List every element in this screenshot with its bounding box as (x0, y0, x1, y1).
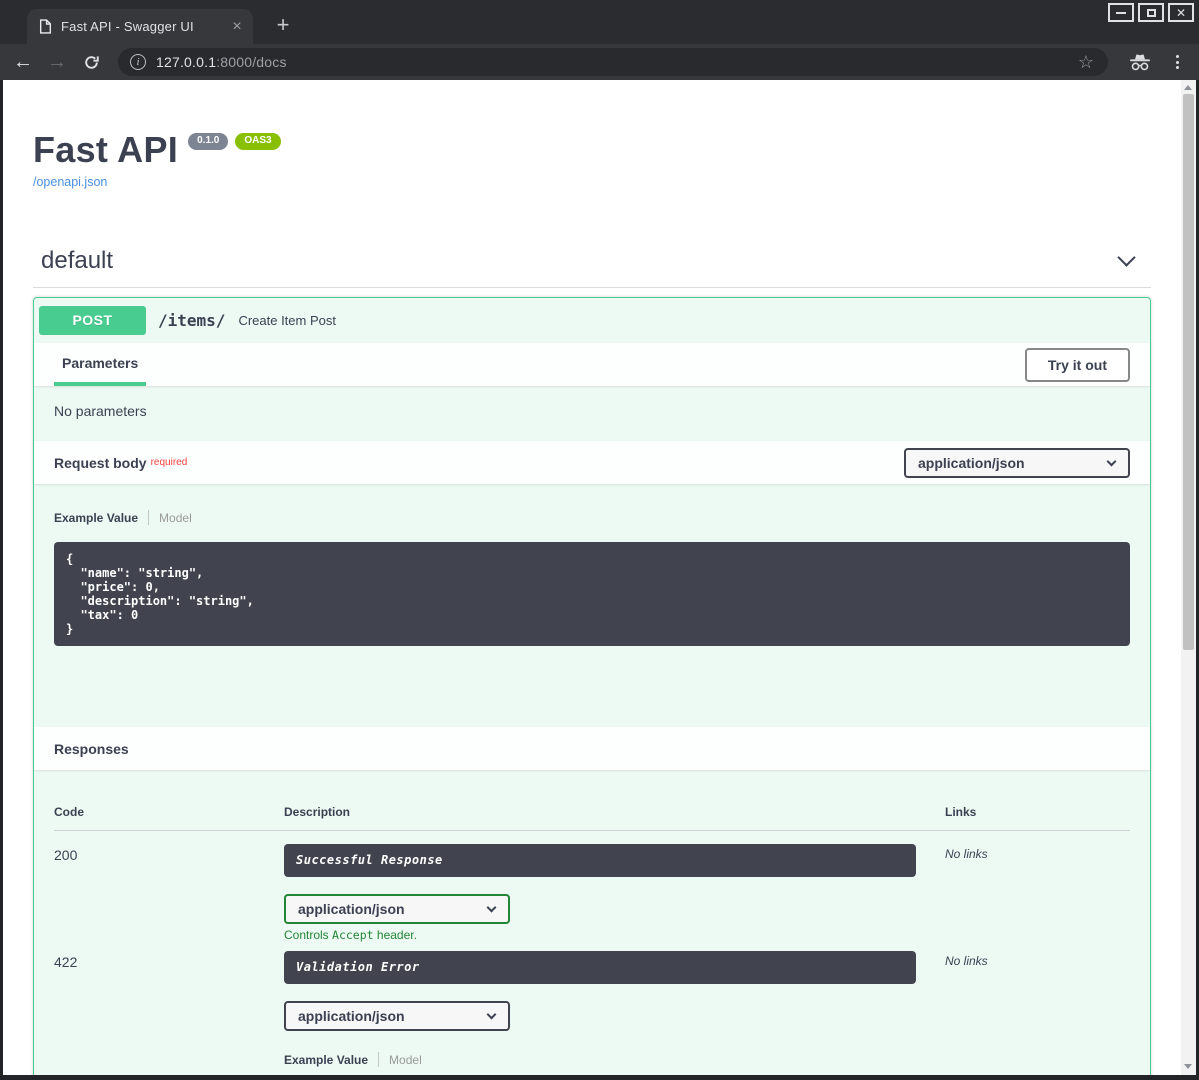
scrollbar-up-icon[interactable] (1184, 85, 1192, 90)
response-row-422: 422 Validation Error No links (54, 942, 1130, 984)
reload-icon (83, 54, 100, 71)
minimize-icon (1116, 12, 1126, 14)
parameters-header: Parameters Try it out (34, 343, 1150, 386)
tab-parameters: Parameters (54, 343, 146, 386)
tab-example-value[interactable]: Example Value (284, 1053, 378, 1067)
responses-table-header: Code Description Links (54, 770, 1130, 831)
response-code: 200 (54, 844, 284, 877)
site-info-icon[interactable]: i (130, 54, 146, 70)
method-badge: POST (39, 306, 146, 335)
opblock-post-items: POST /items/ Create Item Post Parameters… (33, 297, 1151, 1075)
bookmark-star-icon[interactable]: ☆ (1072, 52, 1100, 73)
response-links: No links (945, 951, 1130, 984)
browser-menu-icon[interactable] (1164, 55, 1191, 69)
page-viewport: Fast API 0.1.0 OAS3 /openapi.json defaul… (3, 80, 1196, 1075)
oas-badge: OAS3 (235, 133, 280, 150)
response-row-200: 200 Successful Response No links (54, 831, 1130, 877)
incognito-icon (1120, 54, 1160, 71)
address-bar[interactable]: i 127.0.0.1:8000/docs ☆ (118, 48, 1108, 76)
required-label: required (151, 457, 188, 468)
request-body-title: Request bodyrequired (54, 441, 187, 484)
example-model-tabs: Example Value Model (54, 510, 1130, 525)
version-badge: 0.1.0 (188, 133, 228, 150)
tab-example-value[interactable]: Example Value (54, 511, 148, 525)
page-title: Fast API (33, 130, 178, 170)
accept-header-note: Controls Accept header. (284, 928, 1130, 942)
tab-title: Fast API - Swagger UI (61, 19, 218, 34)
tag-section-default[interactable]: default (33, 247, 1151, 288)
scrollbar-thumb[interactable] (1183, 94, 1194, 650)
tab-model[interactable]: Model (149, 511, 192, 525)
response-description: Validation Error (284, 951, 916, 984)
endpoint-summary: Create Item Post (235, 313, 336, 328)
response-code: 422 (54, 951, 284, 984)
request-media-type-select[interactable]: application/json (904, 448, 1130, 478)
browser-titlebar: Fast API - Swagger UI × + ✕ (0, 0, 1199, 44)
swagger-ui: Fast API 0.1.0 OAS3 /openapi.json defaul… (3, 80, 1181, 1075)
chevron-down-icon (487, 1010, 497, 1020)
openapi-spec-link[interactable]: /openapi.json (33, 175, 107, 189)
window-controls: ✕ (1108, 3, 1194, 22)
new-tab-button[interactable]: + (270, 12, 296, 38)
example-model-tabs: Example Value Model (284, 1052, 1130, 1067)
chevron-down-icon (487, 903, 497, 913)
tag-title: default (41, 247, 113, 275)
request-body-section: Example Value Model { "name": "string", … (34, 484, 1150, 727)
back-button[interactable]: ← (8, 47, 38, 77)
scrollbar-down-icon[interactable] (1184, 1064, 1192, 1069)
opblock-summary[interactable]: POST /items/ Create Item Post (34, 298, 1150, 343)
response-description: Successful Response (284, 844, 916, 877)
chevron-down-icon (1107, 456, 1117, 466)
chevron-down-icon (1117, 248, 1135, 266)
url-text: 127.0.0.1:8000/docs (156, 54, 287, 70)
api-info: Fast API 0.1.0 OAS3 /openapi.json (33, 130, 1151, 191)
col-description: Description (284, 805, 945, 819)
maximize-button[interactable] (1138, 3, 1164, 22)
api-title-row: Fast API 0.1.0 OAS3 (33, 130, 1151, 170)
col-links: Links (945, 805, 1130, 819)
tab-close-icon[interactable]: × (227, 17, 247, 37)
document-icon (39, 19, 52, 34)
minimize-button[interactable] (1108, 3, 1134, 22)
maximize-icon (1147, 9, 1156, 17)
browser-toolbar: ← → i 127.0.0.1:8000/docs ☆ (0, 44, 1199, 80)
browser-tab[interactable]: Fast API - Swagger UI × (27, 9, 253, 44)
close-icon: ✕ (1176, 7, 1186, 19)
close-button[interactable]: ✕ (1168, 3, 1194, 22)
request-body-header: Request bodyrequired application/json (34, 441, 1150, 484)
response-422-controls: application/json Example Value Model (284, 1001, 1130, 1075)
col-code: Code (54, 805, 284, 819)
request-example-code: { "name": "string", "price": 0, "descrip… (54, 542, 1130, 646)
responses-table: Code Description Links 200 Successful Re… (34, 770, 1150, 1075)
response-200-controls: application/json Controls Accept header. (284, 894, 1130, 942)
responses-header: Responses (34, 727, 1150, 770)
reload-button[interactable] (76, 47, 106, 77)
no-parameters-text: No parameters (34, 386, 1150, 441)
tab-model[interactable]: Model (379, 1053, 422, 1067)
forward-button[interactable]: → (42, 47, 72, 77)
responses-title: Responses (54, 727, 129, 770)
response-links: No links (945, 844, 1130, 877)
accept-media-type-select[interactable]: application/json (284, 894, 510, 924)
page-scrollbar[interactable] (1181, 80, 1196, 1075)
response-media-type-select[interactable]: application/json (284, 1001, 510, 1031)
try-it-out-button[interactable]: Try it out (1025, 348, 1130, 382)
endpoint-path: /items/ (146, 311, 235, 330)
